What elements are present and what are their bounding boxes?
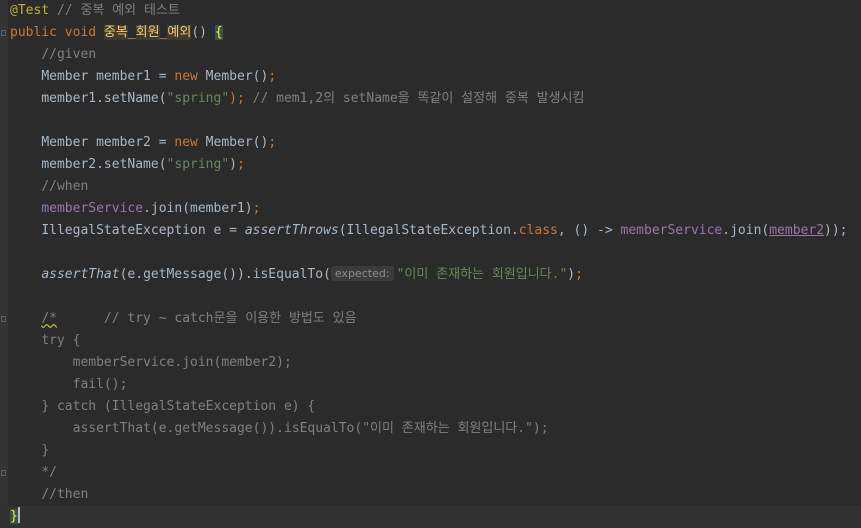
string-literal: "이미 존재하는 회원입니다." [396, 267, 568, 282]
keyword: new [174, 69, 198, 84]
code-text: Member() [197, 135, 269, 150]
semicolon: ; [268, 69, 277, 84]
code-line-13: assertThat(e.getMessage()).isEqualTo(exp… [10, 264, 583, 286]
method-name-part: 예외 [167, 25, 192, 40]
code-line-22: */ [10, 462, 57, 484]
parameter-hint: expected: [330, 266, 394, 281]
code-text: ) [229, 157, 237, 172]
code-line-5: member1.setName("spring"); // mem1,2의 se… [10, 88, 584, 110]
code-line-18: fail(); [10, 374, 128, 396]
comment: // 중복 예외 테스트 [49, 3, 180, 18]
comment: //given [41, 47, 97, 62]
static-method: assertThrows [244, 223, 339, 238]
code-line-15: /* // try ~ catch문을 이용한 방법도 있음 [10, 308, 357, 330]
fold-marker-icon[interactable] [1, 316, 6, 322]
semicolon: ; [268, 135, 277, 150]
method-name-part: 회원 [135, 25, 160, 40]
code-line-24-current[interactable]: } [0, 506, 861, 528]
code-line-19: } catch (IllegalStateException e) { [10, 396, 315, 418]
comment: } [41, 443, 50, 458]
code-text: Member member2 = [41, 135, 175, 150]
code-text: .join( [722, 223, 770, 238]
matched-brace: { [214, 25, 223, 40]
code-line-21: } [10, 440, 49, 462]
text-caret [17, 507, 20, 523]
method-name-part: 중복 [103, 25, 128, 40]
code-line-4: Member member1 = new Member(); [10, 66, 276, 88]
code-line-3: //given [10, 44, 96, 66]
code-text: (e.getMessage()).isEqualTo( [119, 267, 331, 282]
fold-marker-icon[interactable] [1, 470, 6, 476]
code-text: (IllegalStateException. [338, 223, 519, 238]
variable-reference: member2 [769, 223, 825, 238]
block-comment-start: /* [41, 311, 57, 326]
code-text: member1.setName( [41, 91, 167, 106]
keyword: public void [10, 25, 104, 40]
method-name-sep: _ [127, 25, 136, 40]
code-text: () [191, 25, 215, 40]
comment: //then [41, 487, 89, 502]
code-text: Member member1 = [41, 69, 175, 84]
code-line-1: @Test // 중복 예외 테스트 [10, 0, 180, 22]
code-text: ); [229, 91, 253, 106]
code-line-11: IllegalStateException e = assertThrows(I… [10, 220, 848, 242]
code-text: .join(member1) [143, 201, 253, 216]
code-line-7: Member member2 = new Member(); [10, 132, 276, 154]
code-line-20: assertThat(e.getMessage()).isEqualTo("이미… [10, 418, 549, 440]
code-text: Member() [197, 69, 269, 84]
code-text: ) [567, 267, 576, 282]
field-reference: memberService [620, 223, 723, 238]
code-text: IllegalStateException e = [41, 223, 245, 238]
code-line-2: public void 중복_회원_예외() { [10, 22, 223, 44]
comment: fail(); [72, 377, 128, 392]
code-line-16: try { [10, 330, 80, 352]
static-method: assertThat [41, 267, 120, 282]
comment: assertThat(e.getMessage()).isEqualTo("이미… [72, 421, 549, 436]
string-literal: "spring" [166, 91, 230, 106]
semicolon: ; [237, 157, 245, 172]
comment: // mem1,2의 setName을 똑같이 설정해 중복 발생시킴 [252, 91, 585, 106]
annotation-test: @Test [10, 3, 50, 18]
code-line-9: //when [10, 176, 88, 198]
code-line-8: member2.setName("spring"); [10, 154, 245, 176]
comment: //when [41, 179, 89, 194]
matched-brace: } [10, 509, 18, 524]
code-text: member2.setName( [41, 157, 167, 172]
code-text: )); [824, 223, 848, 238]
code-line-17: memberService.join(member2); [10, 352, 292, 374]
editor-gutter[interactable] [0, 0, 8, 524]
comment: // try ~ catch문을 이용한 방법도 있음 [56, 311, 357, 326]
keyword: new [174, 135, 198, 150]
semicolon: ; [575, 267, 583, 282]
comment: } catch (IllegalStateException e) { [41, 399, 316, 414]
code-text: , () -> [557, 223, 621, 238]
code-editor[interactable]: @Test // 중복 예외 테스트 public void 중복_회원_예외(… [0, 0, 861, 528]
string-literal: "spring" [166, 157, 230, 172]
keyword: class [518, 223, 558, 238]
semicolon: ; [252, 201, 261, 216]
code-line-23: //then [10, 484, 88, 506]
comment: memberService.join(member2); [72, 355, 292, 370]
field-reference: memberService [41, 201, 144, 216]
comment: */ [41, 465, 57, 480]
fold-marker-icon[interactable] [1, 30, 6, 36]
code-line-10: memberService.join(member1); [10, 198, 260, 220]
comment: try { [41, 333, 81, 348]
